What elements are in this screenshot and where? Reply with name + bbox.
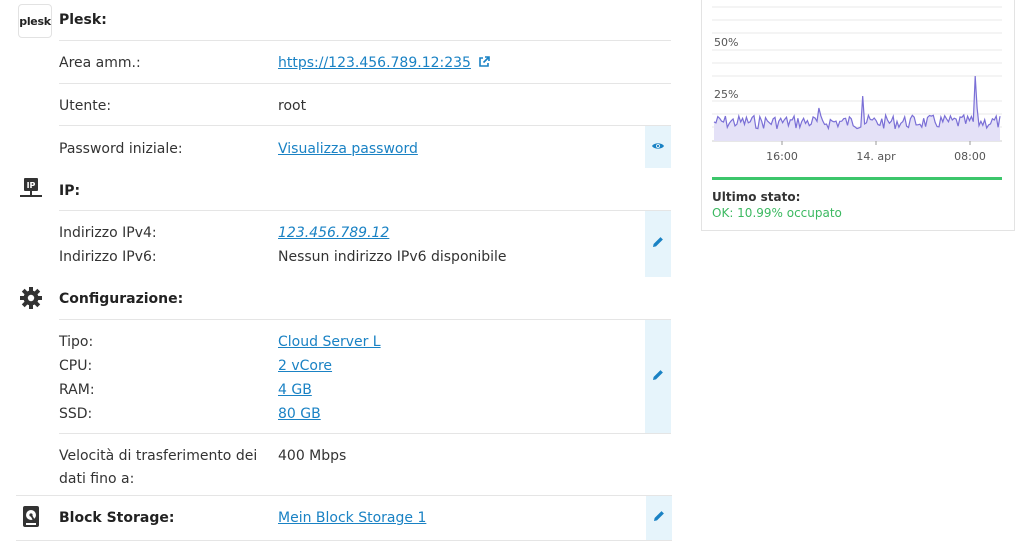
- hard-drive-icon: [16, 502, 46, 532]
- x-tick-0800: 08:00: [954, 150, 986, 163]
- admin-area-value: https://123.456.789.12:235: [278, 51, 491, 76]
- x-tick-14-apr: 14. apr: [856, 150, 896, 163]
- plesk-title: Plesk:: [59, 12, 107, 28]
- admin-area-label: Area amm.:: [59, 55, 141, 71]
- server-specs-row: Tipo: Cloud Server L CPU: 2 vCore RAM: 4…: [59, 319, 671, 433]
- block-storage-section: Block Storage: Mein Block Storage 1: [16, 495, 672, 541]
- usage-chart: 50% 25% 16:00 14. apr 08:00: [712, 6, 1002, 163]
- pencil-icon: [653, 510, 665, 526]
- plesk-logo: plesk: [18, 4, 52, 38]
- view-password-link[interactable]: Visualizza password: [278, 137, 418, 161]
- user-label: Utente:: [59, 98, 112, 114]
- ipv6-label: Indirizzo IPv6:: [59, 249, 157, 265]
- y-tick-50: 50%: [714, 36, 738, 49]
- chart-gridlines: [712, 6, 1002, 142]
- x-tick-1600: 16:00: [766, 150, 798, 163]
- usage-card: 50% 25% 16:00 14. apr 08:00 Ultimo stato…: [701, 0, 1015, 231]
- ram-value[interactable]: 4 GB: [278, 378, 312, 402]
- block-storage-value[interactable]: Mein Block Storage 1: [278, 506, 426, 530]
- transfer-speed-row: Velocità di trasferimento dei dati fino …: [59, 433, 671, 496]
- ipv4-label: Indirizzo IPv4:: [59, 225, 157, 241]
- ssd-value[interactable]: 80 GB: [278, 402, 321, 426]
- edit-block-storage-button[interactable]: [646, 496, 672, 540]
- password-row: Password iniziale: Visualizza password: [59, 125, 671, 168]
- pencil-icon: [652, 236, 664, 252]
- admin-area-row: Area amm.: https://123.456.789.12:235: [59, 40, 671, 83]
- transfer-value: 400 Mbps: [278, 448, 347, 464]
- configuration-title: Configurazione:: [59, 291, 184, 307]
- cpu-label: CPU:: [59, 358, 93, 374]
- ram-label: RAM:: [59, 382, 95, 398]
- status-label: Ultimo stato:: [712, 190, 801, 204]
- type-label: Tipo:: [59, 334, 94, 350]
- cpu-value[interactable]: 2 vCore: [278, 354, 332, 378]
- ipv6-value: Nessun indirizzo IPv6 disponibile: [278, 249, 507, 265]
- edit-configuration-button[interactable]: [645, 320, 671, 433]
- type-value[interactable]: Cloud Server L: [278, 330, 381, 354]
- block-storage-title: Block Storage:: [59, 510, 175, 526]
- ipv4-value[interactable]: 123.456.789.12: [278, 221, 389, 245]
- user-value: root: [278, 98, 307, 114]
- usage-area: [714, 76, 1000, 141]
- network-icon: IP: [16, 174, 46, 204]
- password-label: Password iniziale:: [59, 141, 183, 157]
- gear-icon: [16, 283, 46, 313]
- status-bar: [712, 177, 1002, 180]
- ip-title: IP:: [59, 183, 81, 199]
- external-link-icon[interactable]: [478, 52, 491, 76]
- view-password-button[interactable]: [645, 126, 671, 168]
- admin-area-link[interactable]: https://123.456.789.12:235: [278, 55, 471, 71]
- user-row: Utente: root: [59, 83, 671, 126]
- pencil-icon: [652, 369, 664, 385]
- eye-icon: [651, 139, 665, 155]
- svg-text:IP: IP: [27, 181, 36, 190]
- transfer-label-line1: Velocità di trasferimento dei: [59, 448, 258, 464]
- ip-addresses-row: Indirizzo IPv4: 123.456.789.12 Indirizzo…: [59, 210, 671, 277]
- transfer-label-line2: dati fino a:: [59, 471, 135, 487]
- y-tick-25: 25%: [714, 88, 738, 101]
- status-value: OK: 10.99% occupato: [712, 206, 842, 220]
- plesk-section: plesk Plesk: Area amm.: https://123.456.…: [16, 0, 672, 168]
- usage-line: [713, 75, 1001, 131]
- configuration-section: Configurazione: Tipo: Cloud Server L CPU…: [16, 277, 672, 495]
- ip-section: IP IP: Indirizzo IPv4: 123.456.789.12 In…: [16, 168, 672, 277]
- edit-ip-button[interactable]: [645, 211, 671, 277]
- ssd-label: SSD:: [59, 406, 93, 422]
